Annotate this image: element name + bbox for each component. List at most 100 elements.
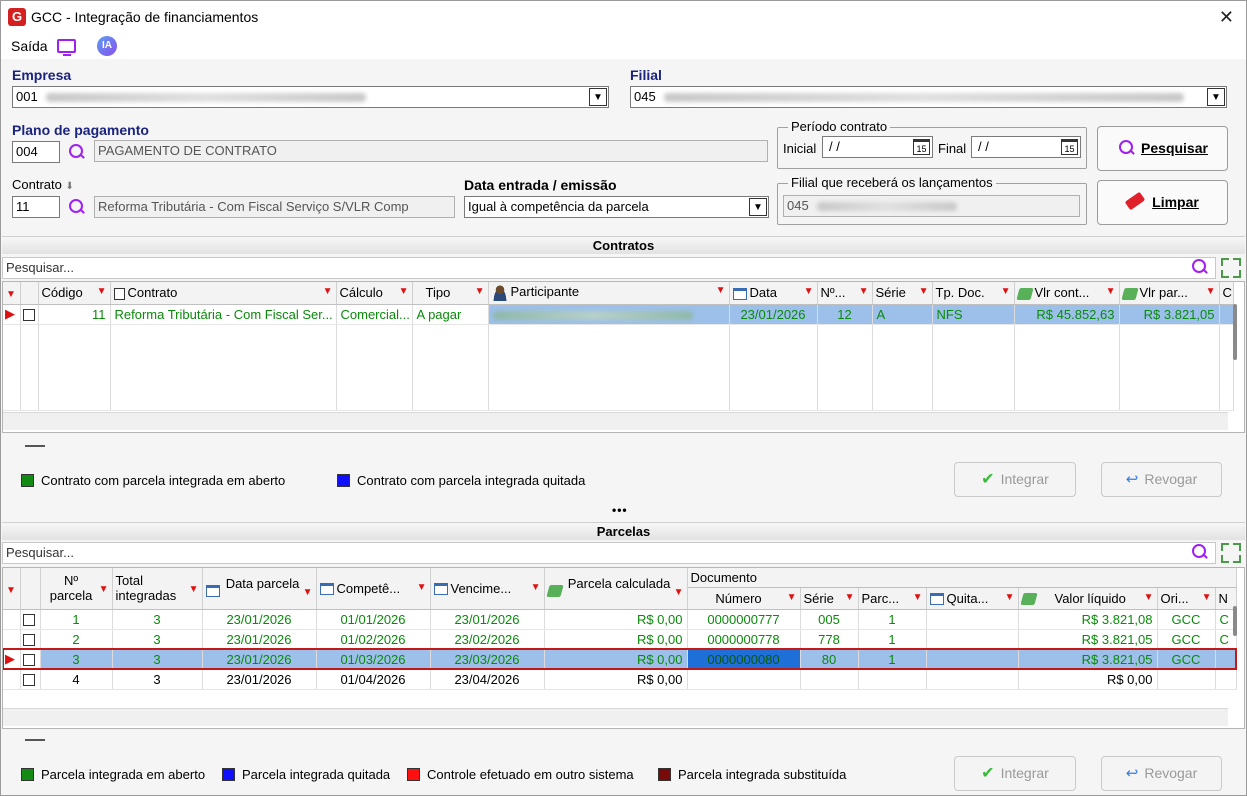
search-icon[interactable] bbox=[67, 198, 85, 216]
filter-icon[interactable]: ▼ bbox=[399, 286, 409, 297]
col-serie[interactable]: Série ▼ bbox=[872, 282, 933, 305]
parcelas-search-input[interactable]: Pesquisar... bbox=[2, 542, 1216, 564]
row-checkbox[interactable] bbox=[20, 304, 39, 325]
col-valor-liquido[interactable]: Valor líquido ▼ bbox=[1018, 587, 1158, 610]
table-row[interactable]: 4 3 23/01/2026 01/04/2026 23/04/2026 R$ … bbox=[3, 669, 1237, 690]
person-icon bbox=[491, 285, 508, 302]
col-calculo[interactable]: Cálculo ▼ bbox=[336, 282, 413, 305]
filter-icon[interactable]: ▼ bbox=[919, 286, 929, 297]
filter-icon[interactable]: ▼ bbox=[1001, 286, 1011, 297]
col-vlr-par[interactable]: Vlr par... ▼ bbox=[1119, 282, 1220, 305]
filter-icon[interactable]: ▼ bbox=[303, 585, 313, 600]
row-checkbox[interactable] bbox=[20, 609, 41, 630]
col-codigo[interactable]: Código ▼ bbox=[38, 282, 111, 305]
monitor-icon[interactable] bbox=[57, 39, 76, 56]
filter-icon[interactable]: ▼ bbox=[859, 286, 869, 297]
filter-icon[interactable]: ▼ bbox=[787, 592, 797, 603]
chevron-down-icon[interactable]: ▼ bbox=[1207, 88, 1225, 106]
pesquisar-button[interactable]: Pesquisar bbox=[1097, 126, 1228, 171]
col-tpdoc[interactable]: Tp. Doc. ▼ bbox=[932, 282, 1015, 305]
cell-numero[interactable]: 0000000080 bbox=[687, 649, 801, 670]
row-checkbox[interactable] bbox=[20, 669, 41, 690]
filter-icon[interactable]: ▼ bbox=[99, 582, 109, 597]
row-checkbox[interactable] bbox=[20, 629, 41, 650]
filter-icon[interactable]: ▼ bbox=[1202, 592, 1212, 603]
filter-icon[interactable]: ▼ bbox=[531, 582, 541, 593]
horizontal-scrollbar[interactable] bbox=[3, 708, 1228, 726]
horizontal-scrollbar[interactable] bbox=[3, 412, 1228, 430]
filter-icon[interactable]: ▼ bbox=[674, 585, 684, 600]
col-numero[interactable]: Nº... ▼ bbox=[817, 282, 873, 305]
data-entrada-label: Data entrada / emissão bbox=[464, 177, 617, 193]
col-contrato[interactable]: Contrato ▼ bbox=[110, 282, 337, 305]
table-row[interactable]: 1 3 23/01/2026 01/01/2026 23/01/2026 R$ … bbox=[3, 609, 1237, 630]
empresa-select[interactable]: 001 ▼ bbox=[12, 86, 609, 108]
filter-icon[interactable]: ▼ bbox=[913, 592, 923, 603]
col-quitacao[interactable]: Quita... ▼ bbox=[926, 587, 1019, 610]
ia-icon[interactable]: IA bbox=[97, 36, 117, 56]
revogar-parcelas-button[interactable]: ↩ Revogar bbox=[1101, 756, 1222, 791]
col-numero[interactable]: Número ▼ bbox=[687, 587, 801, 610]
limpar-button[interactable]: Limpar bbox=[1097, 180, 1228, 225]
search-icon[interactable] bbox=[67, 143, 85, 161]
final-date-value: / / bbox=[978, 139, 989, 154]
vertical-scrollbar[interactable] bbox=[1233, 304, 1237, 360]
filter-icon[interactable]: ▼ bbox=[97, 286, 107, 297]
integrar-button[interactable]: ✔ Integrar bbox=[954, 462, 1076, 497]
col-tipo[interactable]: Tipo ▼ bbox=[412, 282, 489, 305]
filter-icon[interactable]: ▼ bbox=[716, 285, 726, 296]
row-indicator-header[interactable]: ▼ bbox=[3, 568, 21, 610]
table-row[interactable]: ▶ 11 Reforma Tributária - Com Fiscal Ser… bbox=[3, 304, 1234, 325]
col-competencia[interactable]: Competê... ▼ bbox=[316, 568, 431, 610]
search-icon[interactable] bbox=[1190, 258, 1208, 276]
contrato-code-input[interactable]: 11 bbox=[12, 196, 60, 218]
search-icon[interactable] bbox=[1190, 543, 1208, 561]
vertical-scrollbar[interactable] bbox=[1233, 606, 1237, 636]
filter-icon[interactable]: ▼ bbox=[1206, 286, 1216, 297]
expand-icon[interactable] bbox=[1221, 258, 1241, 278]
row-indicator-header[interactable]: ▼ bbox=[3, 282, 21, 305]
filter-icon[interactable]: ▼ bbox=[1106, 286, 1116, 297]
filter-icon[interactable]: ▼ bbox=[845, 592, 855, 603]
col-origem[interactable]: Ori... ▼ bbox=[1157, 587, 1216, 610]
close-icon[interactable]: ✕ bbox=[1219, 7, 1234, 28]
integrar-parcelas-button[interactable]: ✔ Integrar bbox=[954, 756, 1076, 791]
collapse-icon[interactable] bbox=[25, 739, 45, 741]
col-data-parcela[interactable]: ▼ Data parcela bbox=[202, 568, 317, 610]
table-row[interactable]: 2 3 23/01/2026 01/02/2026 23/02/2026 R$ … bbox=[3, 629, 1237, 650]
filter-icon[interactable]: ▼ bbox=[804, 286, 814, 297]
col-data[interactable]: Data ▼ bbox=[729, 282, 818, 305]
row-checkbox[interactable] bbox=[20, 649, 41, 670]
col-parcela-calculada[interactable]: ▼ Parcela calculada bbox=[544, 568, 688, 610]
splitter-handle[interactable]: ••• bbox=[612, 503, 628, 517]
plano-code-input[interactable]: 004 bbox=[12, 141, 60, 163]
contratos-search-input[interactable]: Pesquisar... bbox=[2, 257, 1216, 279]
revogar-button[interactable]: ↩ Revogar bbox=[1101, 462, 1222, 497]
filter-icon[interactable]: ▼ bbox=[323, 286, 333, 297]
chevron-down-icon[interactable]: ▼ bbox=[589, 88, 607, 106]
col-participante[interactable]: Participante ▼ bbox=[488, 282, 730, 305]
filter-icon[interactable]: ▼ bbox=[1005, 592, 1015, 603]
inicial-date-input[interactable]: / / 15 bbox=[822, 136, 933, 158]
col-total[interactable]: ▼ Total integradas bbox=[112, 568, 203, 610]
calendar-icon[interactable]: 15 bbox=[1061, 139, 1078, 155]
filter-icon[interactable]: ▼ bbox=[475, 286, 485, 297]
col-parc[interactable]: Parc... ▼ bbox=[858, 587, 927, 610]
data-entrada-select[interactable]: Igual à competência da parcela ▼ bbox=[464, 196, 769, 218]
filter-icon[interactable]: ▼ bbox=[1144, 592, 1154, 603]
filter-icon[interactable]: ▼ bbox=[189, 582, 199, 597]
calendar-icon[interactable]: 15 bbox=[913, 139, 930, 155]
chevron-down-icon[interactable]: ▼ bbox=[749, 198, 767, 216]
col-serie[interactable]: Série ▼ bbox=[800, 587, 859, 610]
expand-icon[interactable] bbox=[1221, 543, 1241, 563]
col-nparcela[interactable]: ▼ Nº parcela bbox=[40, 568, 113, 610]
final-date-input[interactable]: / / 15 bbox=[971, 136, 1081, 158]
menu-saida[interactable]: Saída bbox=[11, 38, 48, 54]
collapse-icon[interactable] bbox=[25, 445, 45, 447]
col-vencimento[interactable]: Vencime... ▼ bbox=[430, 568, 545, 610]
filial-select[interactable]: 045 ▼ bbox=[630, 86, 1227, 108]
col-vlr-cont[interactable]: Vlr cont... ▼ bbox=[1014, 282, 1120, 305]
table-row-selected[interactable]: ▶ 3 3 23/01/2026 01/03/2026 23/03/2026 R… bbox=[3, 648, 1238, 670]
filter-icon[interactable]: ▼ bbox=[417, 582, 427, 593]
col-c[interactable]: C bbox=[1219, 282, 1234, 305]
